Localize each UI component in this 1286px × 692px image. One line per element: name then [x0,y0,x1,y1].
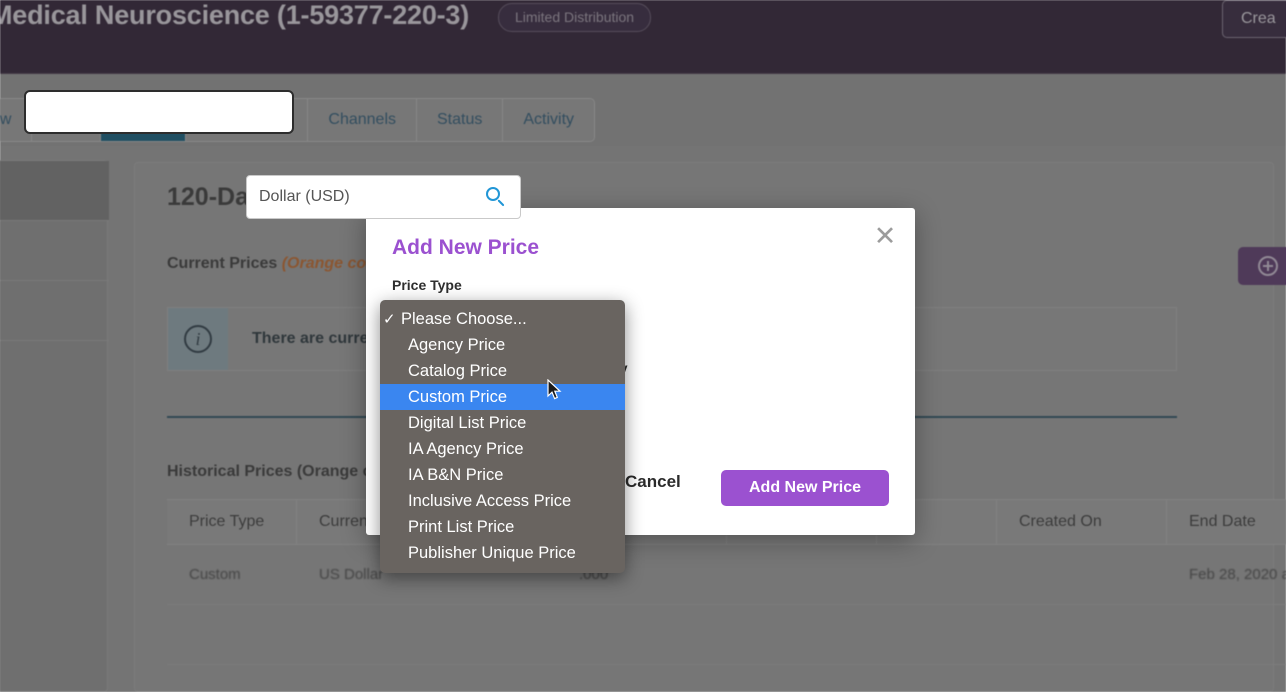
cell-2 [447,605,557,664]
cell-price-type [167,605,297,664]
cell-5 [877,545,997,604]
cell-end-date [1167,605,1286,664]
tab-activity[interactable]: Activity [503,99,595,141]
dropdown-option-label: Catalog Price [408,361,508,380]
modal-title: Add New Price [392,236,540,259]
current-prices-label: Current Prices (Orange col [167,255,371,273]
cell-4 [727,605,877,664]
dropdown-option-label: Agency Price [408,335,506,354]
tab-status[interactable]: Status [417,99,504,141]
cell-created-on [997,665,1167,692]
add-new-price-button[interactable]: Add New Price [721,470,889,506]
dropdown-option-label: Please Choose... [401,309,527,328]
cell-price-type [167,665,297,692]
plus-circle-icon [1257,256,1278,276]
rail-item-2[interactable]: al [0,281,109,341]
dropdown-option-label: Inclusive Access Price [408,491,572,510]
cell-created-on [997,545,1167,604]
col-created-on: Created On [997,500,1167,544]
price-type-label: Price Type [392,277,462,293]
cell-3 [557,605,727,664]
rail-item-1[interactable]: al [0,221,109,281]
rail-item-0[interactable]: al [0,161,109,221]
dropdown-option-please-choose[interactable]: ✓ Please Choose... [380,306,625,332]
dropdown-option-label: Print List Price [408,517,515,536]
dropdown-option-inclusive-access-price[interactable]: Inclusive Access Price [380,488,625,514]
create-button[interactable]: Crea [1222,0,1286,38]
new-price-button[interactable]: New [1237,247,1286,285]
dropdown-option-label: Custom Price [408,387,508,406]
cell-4 [727,545,877,604]
table-row[interactable] [167,605,1286,665]
dropdown-option-publisher-unique-price[interactable]: Publisher Unique Price [380,540,625,566]
table-row[interactable]: Custom US Dollar .000 Feb 28, 2020 at 17 [167,545,1286,605]
dropdown-option-ia-bn-price[interactable]: IA B&N Price [380,462,625,488]
dropdown-option-label: Digital List Price [408,413,527,432]
price-type-select[interactable] [24,90,294,134]
dropdown-option-ia-agency-price[interactable]: IA Agency Price [380,436,625,462]
historical-prices-text: Historical Prices [167,463,297,480]
info-icon-container: i [168,308,228,370]
search-icon[interactable] [486,187,506,207]
dropdown-option-label: Publisher Unique Price [408,543,576,562]
cell-currency [297,665,447,692]
info-circle-icon: i [184,325,212,353]
cell-price-type: Custom [189,566,241,583]
cell-5 [877,605,997,664]
tab-channels[interactable]: Channels [308,99,417,141]
cell-end-date: Feb 28, 2020 at 17 [1189,566,1286,583]
dropdown-option-label: IA Agency Price [408,439,524,458]
price-type-dropdown: ✓ Please Choose... Agency Price Catalog … [380,300,625,573]
current-prices-text: Current Prices [167,255,282,272]
dropdown-option-custom-price[interactable]: Custom Price [380,384,625,410]
currency-search-input[interactable]: Dollar (USD) [246,175,521,219]
historical-prices-note: (Orange c [296,463,372,480]
currency-value: Dollar (USD) [259,188,350,205]
app-header: Medical Neuroscience (1-59377-220-3) Lim… [0,0,1286,74]
cell-2 [447,665,557,692]
table-row[interactable] [167,665,1286,692]
cancel-button[interactable]: Cancel [625,472,681,492]
dropdown-option-print-list-price[interactable]: Print List Price [380,514,625,540]
dropdown-option-digital-list-price[interactable]: Digital List Price [380,410,625,436]
col-price-type: Price Type [167,500,297,544]
status-badge: Limited Distribution [498,3,652,32]
dropdown-option-agency-price[interactable]: Agency Price [380,332,625,358]
cell-created-on [997,605,1167,664]
screen-root: Medical Neuroscience (1-59377-220-3) Lim… [0,0,1286,692]
historical-prices-label: Historical Prices (Orange c [167,463,372,481]
page-title: Medical Neuroscience (1-59377-220-3) [0,0,470,30]
dropdown-option-label: IA B&N Price [408,465,504,484]
current-prices-note: (Orange col [281,255,371,272]
cell-currency [297,605,447,664]
check-icon: ✓ [383,311,396,328]
cell-5 [877,665,997,692]
col-end-date: End Date [1167,500,1286,544]
info-alert-text: There are current [252,330,384,347]
left-rail: al al al [0,160,109,692]
dropdown-option-catalog-price[interactable]: Catalog Price [380,358,625,384]
cell-3 [557,665,727,692]
cell-4 [727,665,877,692]
cell-end-date [1167,665,1286,692]
close-icon[interactable]: ✕ [869,220,901,252]
